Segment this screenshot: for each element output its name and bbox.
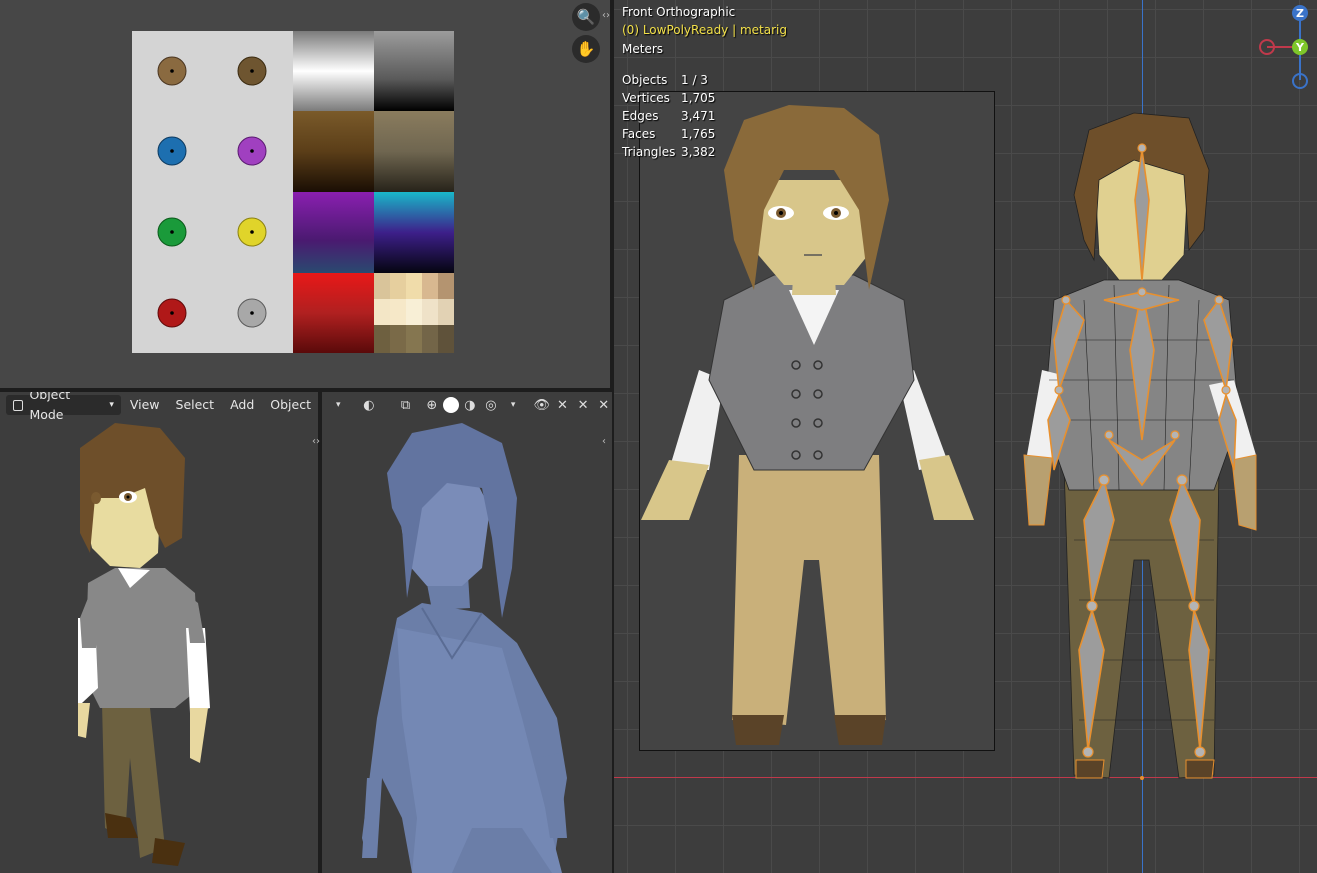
stat-value: 3,382 <box>681 145 716 159</box>
character-scene <box>641 105 1257 780</box>
stat-label: Edges <box>622 109 659 123</box>
area-resize-arrows-icon[interactable]: ‹› <box>312 436 320 447</box>
unit-label: Meters <box>622 42 664 56</box>
overlay-icon[interactable]: ◐ <box>361 395 378 415</box>
skin-palette <box>374 273 454 353</box>
stat-row: Faces 1,765 <box>622 125 715 143</box>
rigged-character <box>1023 112 1257 780</box>
stat-value: 1 / 3 <box>681 73 708 87</box>
stat-value: 1,705 <box>681 91 716 105</box>
shading-wire-icon[interactable]: ⊕ <box>422 395 442 415</box>
viewport-header: Object Mode ▾ View Select Add Object <box>0 392 318 422</box>
texture-canvas <box>132 31 454 353</box>
clay-character-render <box>362 423 567 873</box>
stat-row: Triangles 3,382 <box>622 143 715 161</box>
menu-object[interactable]: Object <box>263 395 318 415</box>
stat-label: Objects <box>622 73 668 87</box>
menu-select[interactable]: Select <box>169 395 222 415</box>
stat-value: 1,765 <box>681 127 716 141</box>
menu-view[interactable]: View <box>123 395 167 415</box>
character-perspective-render <box>78 423 210 866</box>
select-toggle-icon[interactable]: ✕ <box>595 395 612 415</box>
visibility-eye-icon[interactable]: 👁 <box>534 395 551 415</box>
mode-dropdown[interactable]: Object Mode ▾ <box>6 392 121 422</box>
stat-label: Faces <box>622 127 656 141</box>
area-resize-arrows-icon[interactable]: ‹› <box>602 10 610 21</box>
chevron-down-icon[interactable]: ▾ <box>505 395 522 415</box>
shading-solid-icon[interactable] <box>442 397 459 413</box>
navigation-gizmo[interactable]: Z Y <box>1254 0 1317 95</box>
stat-value: 3,471 <box>681 109 716 123</box>
viewport-solid-shading[interactable]: ▾ ◐ ⧉ ⊕ ◑ ◎ ▾ 👁 ✕ ✕ ✕ <box>322 392 612 873</box>
stat-label: Triangles <box>622 145 676 159</box>
menu-add[interactable]: Add <box>223 395 261 415</box>
viewport-object-mode[interactable]: Object Mode ▾ View Select Add Object <box>0 392 318 873</box>
chevron-down-icon: ▾ <box>109 400 114 410</box>
select-toggle-icon[interactable]: ✕ <box>575 395 592 415</box>
active-object-info: (0) LowPolyReady | metarig <box>622 23 787 37</box>
scene-statistics: Objects 1 / 3 Vertices 1,705 Edges 3,471 Fa… <box>622 71 715 161</box>
shading-material-icon[interactable]: ◑ <box>460 395 480 415</box>
reference-character <box>641 105 974 745</box>
zoom-icon[interactable]: 🔍 <box>572 3 600 31</box>
viewport-front-orthographic[interactable]: Front Orthographic (0) LowPolyReady | me… <box>614 0 1317 873</box>
texture-editor-area[interactable]: 🔍 ✋ <box>0 0 610 388</box>
select-toggle-icon[interactable]: ✕ <box>554 395 571 415</box>
xray-icon[interactable]: ⧉ <box>397 395 414 415</box>
collapse-arrow-icon[interactable]: ‹ <box>602 436 606 447</box>
stat-label: Vertices <box>622 91 670 105</box>
gizmo-y-label: Y <box>1295 41 1305 54</box>
shading-render-icon[interactable]: ◎ <box>481 395 501 415</box>
stat-row: Edges 3,471 <box>622 107 715 125</box>
stat-row: Objects 1 / 3 <box>622 71 715 89</box>
gizmo-z-label: Z <box>1296 7 1304 20</box>
stat-row: Vertices 1,705 <box>622 89 715 107</box>
chevron-down-icon[interactable]: ▾ <box>330 395 347 415</box>
hand-pan-icon[interactable]: ✋ <box>572 35 600 63</box>
viewport-header-right: ▾ ◐ ⧉ ⊕ ◑ ◎ ▾ 👁 ✕ ✕ ✕ <box>322 392 612 418</box>
editor-type-icon <box>13 399 24 411</box>
view-name: Front Orthographic <box>622 5 736 19</box>
